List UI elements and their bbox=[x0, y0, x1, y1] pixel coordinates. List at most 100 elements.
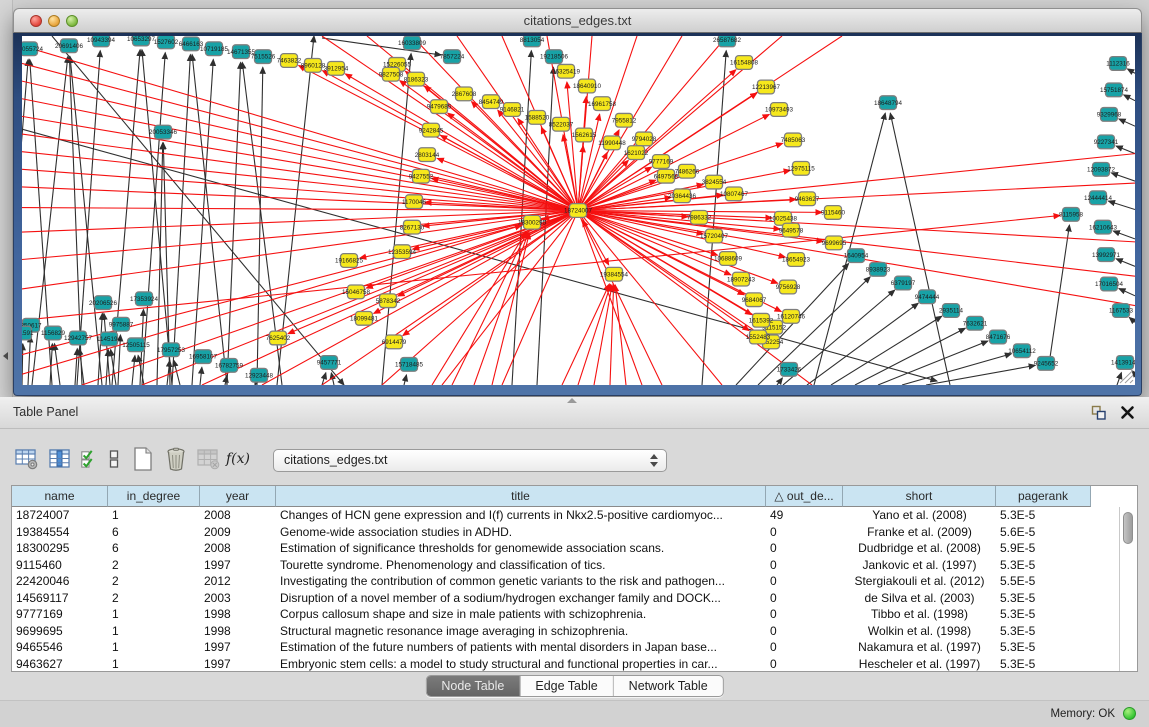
tab-node-table[interactable]: Node Table bbox=[426, 676, 520, 696]
table-row[interactable]: 946554611997Estimation of the future num… bbox=[12, 639, 1137, 656]
network-node[interactable]: 16033809 bbox=[398, 36, 426, 50]
network-node[interactable]: 1167533 bbox=[1109, 304, 1134, 318]
network-node[interactable]: 10973493 bbox=[765, 103, 793, 117]
network-node[interactable]: 18648794 bbox=[874, 96, 902, 110]
table-scrollbar-thumb[interactable] bbox=[1123, 512, 1133, 544]
network-node[interactable]: 9684067 bbox=[742, 293, 767, 307]
network-node[interactable]: 9245652 bbox=[1034, 357, 1059, 371]
network-node[interactable]: 7515526 bbox=[251, 50, 276, 64]
network-node[interactable]: 9474444 bbox=[915, 290, 940, 304]
network-node[interactable]: 17353924 bbox=[130, 292, 158, 306]
network-node[interactable]: 12093872 bbox=[1087, 162, 1115, 176]
network-node[interactable]: 9699695 bbox=[822, 236, 847, 250]
network-node[interactable]: 7486266 bbox=[675, 164, 700, 178]
network-node[interactable]: 7632621 bbox=[963, 316, 988, 330]
table-row[interactable]: 1938455462009Genome-wide association stu… bbox=[12, 524, 1137, 541]
network-node[interactable]: 12975115 bbox=[787, 161, 815, 175]
control-panel-collapsed-strip[interactable] bbox=[0, 0, 13, 397]
network-canvas[interactable]: 24055724 20691406 10943394 106532971527602 6… bbox=[22, 36, 1135, 385]
network-node[interactable]: 8522037 bbox=[549, 117, 574, 131]
table-selector-dropdown[interactable]: citations_edges.txt bbox=[273, 449, 667, 472]
column-header[interactable]: in_degree bbox=[108, 486, 200, 507]
network-node[interactable]: 2935114 bbox=[939, 304, 964, 318]
network-node[interactable]: 1170046 bbox=[402, 195, 427, 209]
network-node[interactable]: 8938923 bbox=[866, 262, 891, 276]
network-node[interactable]: 1562615 bbox=[572, 128, 597, 142]
column-header[interactable]: year bbox=[200, 486, 276, 507]
network-node[interactable]: 8471676 bbox=[986, 330, 1011, 344]
network-node[interactable]: 7625402 bbox=[266, 331, 291, 345]
table-row[interactable]: 1872400712008Changes of HCN gene express… bbox=[12, 507, 1137, 524]
delete-selected-icon[interactable] bbox=[163, 445, 189, 473]
network-node[interactable]: 8186323 bbox=[404, 72, 429, 86]
network-node[interactable]: 17957253 bbox=[157, 343, 185, 357]
network-node[interactable]: 2867608 bbox=[452, 87, 477, 101]
network-node[interactable]: 19166825 bbox=[335, 254, 363, 268]
network-node[interactable]: 7463822 bbox=[277, 54, 302, 68]
column-header[interactable]: name bbox=[12, 486, 108, 507]
network-node[interactable]: 12505115 bbox=[122, 338, 150, 352]
table-row[interactable]: 977716911998Corpus callosum shape and si… bbox=[12, 606, 1137, 623]
network-node[interactable]: 3912954 bbox=[324, 61, 349, 75]
network-node[interactable]: 1640954 bbox=[844, 249, 869, 263]
network-node[interactable]: 1733426 bbox=[777, 362, 802, 376]
network-node[interactable]: 7986332 bbox=[687, 211, 712, 225]
network-node[interactable]: 19384554 bbox=[600, 267, 628, 281]
network-node[interactable]: 9777169 bbox=[649, 155, 674, 169]
table-row[interactable]: 1830029562008Estimation of significance … bbox=[12, 540, 1137, 557]
splitter-handle[interactable] bbox=[567, 398, 577, 403]
network-node[interactable]: 9463627 bbox=[795, 192, 820, 206]
network-node[interactable]: 10943394 bbox=[87, 36, 115, 47]
float-panel-icon[interactable] bbox=[1091, 405, 1107, 421]
network-window-titlebar[interactable]: citations_edges.txt bbox=[13, 8, 1142, 33]
network-node[interactable]: 9827508 bbox=[379, 67, 404, 81]
table-row[interactable]: 911546021997Tourette syndrome. Phenomeno… bbox=[12, 557, 1137, 574]
network-node[interactable]: 18907243 bbox=[727, 272, 755, 286]
network-node[interactable]: 7485063 bbox=[781, 133, 806, 147]
network-node[interactable]: 16154808 bbox=[730, 56, 758, 70]
network-node[interactable]: 10653297 bbox=[127, 36, 155, 46]
network-node[interactable]: 1621022 bbox=[624, 146, 649, 160]
network-node[interactable]: 9146821 bbox=[500, 103, 525, 117]
network-node[interactable]: 24055724 bbox=[22, 42, 44, 56]
network-node[interactable]: 10807467 bbox=[720, 187, 748, 201]
network-node[interactable]: 10719185 bbox=[200, 42, 228, 56]
table-row[interactable]: 1456911722003Disruption of a novel membe… bbox=[12, 590, 1137, 607]
network-node[interactable]: 20053346 bbox=[149, 125, 177, 139]
network-node[interactable]: 9115460 bbox=[821, 206, 846, 220]
network-node[interactable]: 1527602 bbox=[154, 36, 179, 49]
network-node[interactable]: 1588520 bbox=[525, 111, 550, 125]
network-node[interactable]: 12213967 bbox=[752, 80, 780, 94]
network-node[interactable]: 2803144 bbox=[415, 148, 440, 162]
column-header[interactable]: title bbox=[276, 486, 766, 507]
network-node[interactable]: 20691406 bbox=[55, 39, 83, 53]
memory-ok-indicator-icon[interactable] bbox=[1123, 707, 1136, 720]
network-node[interactable]: 16325419 bbox=[552, 64, 580, 78]
network-node[interactable]: 9649578 bbox=[779, 223, 804, 237]
network-node[interactable]: 14139141 bbox=[1111, 356, 1135, 370]
network-node[interactable]: 19218506 bbox=[540, 50, 568, 64]
network-node[interactable]: 7857224 bbox=[440, 50, 465, 64]
tab-edge-table[interactable]: Edge Table bbox=[520, 676, 613, 696]
network-node[interactable]: 8267130 bbox=[400, 220, 425, 234]
network-node[interactable]: 10654112 bbox=[1008, 344, 1036, 358]
network-graph[interactable]: 24055724 20691406 10943394 106532971527602 6… bbox=[22, 36, 1135, 385]
column-header[interactable]: short bbox=[843, 486, 996, 507]
network-node[interactable]: 1615392 bbox=[749, 313, 774, 327]
network-node[interactable]: 9242845 bbox=[419, 123, 444, 137]
network-node[interactable]: 12444414 bbox=[1084, 191, 1112, 205]
network-node[interactable]: 18640910 bbox=[573, 79, 601, 93]
network-node[interactable]: 6379197 bbox=[891, 276, 916, 290]
network-node[interactable]: 1552483 bbox=[746, 330, 771, 344]
network-node[interactable]: 9427552 bbox=[409, 169, 434, 183]
network-node[interactable]: 1156829 bbox=[41, 326, 66, 340]
network-node[interactable]: 1145194 bbox=[97, 332, 122, 346]
close-panel-icon[interactable] bbox=[1120, 405, 1135, 420]
create-new-table-icon[interactable] bbox=[130, 445, 156, 473]
table-row[interactable]: 2242004622012Investigating the contribut… bbox=[12, 573, 1137, 590]
network-node[interactable]: 1112316 bbox=[1106, 57, 1130, 71]
network-node[interactable]: 9227341 bbox=[1094, 135, 1119, 149]
network-node[interactable]: 15720407 bbox=[700, 229, 728, 243]
network-node[interactable]: 6914479 bbox=[382, 335, 407, 349]
table-row[interactable]: 946362711997Embryonic stem cells: a mode… bbox=[12, 656, 1137, 673]
